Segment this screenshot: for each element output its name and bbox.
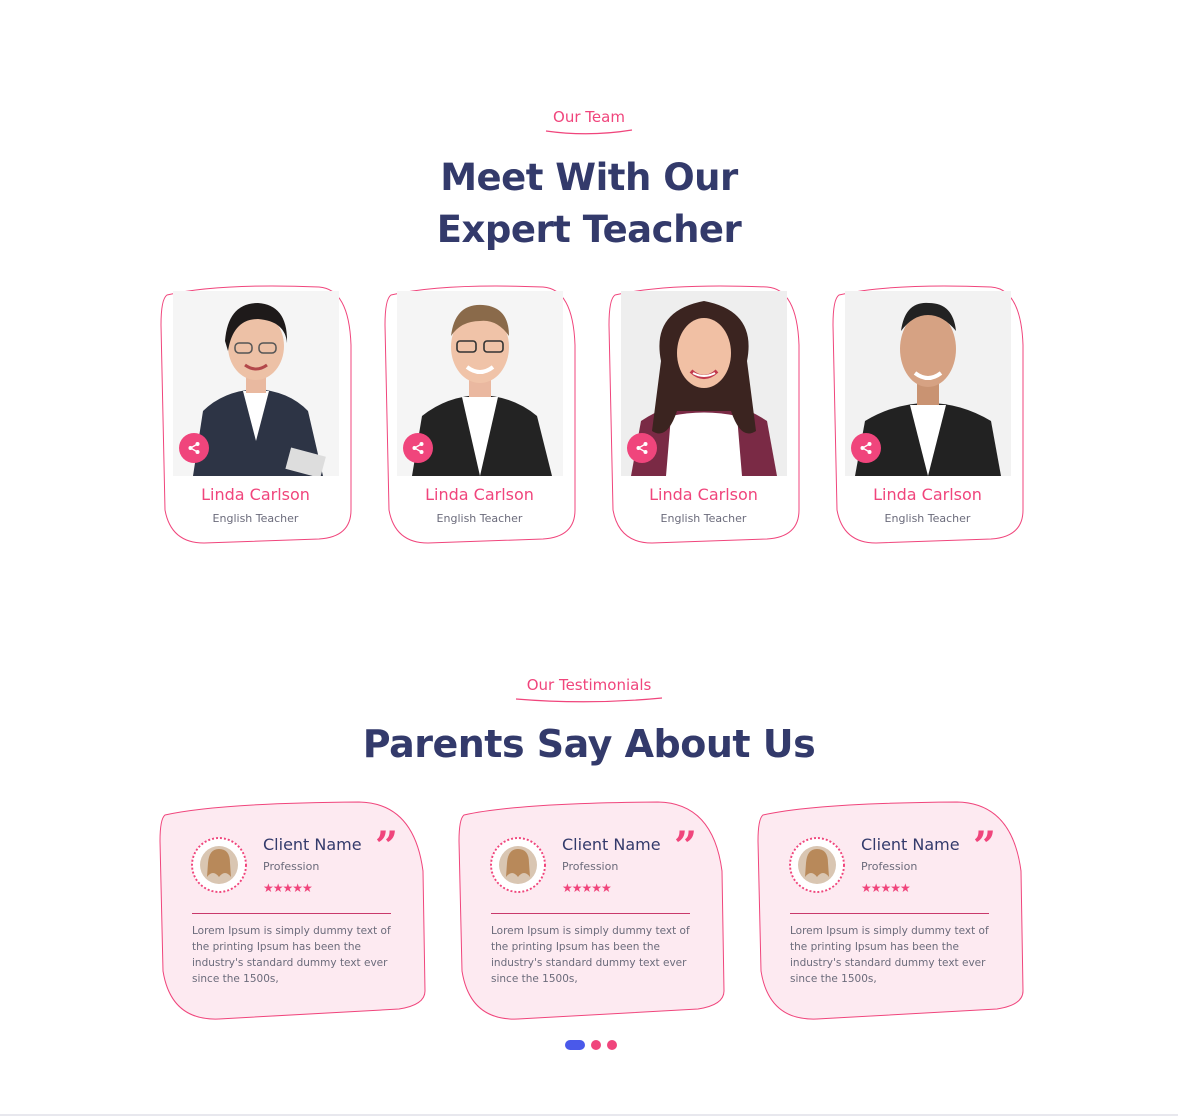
star-rating: ★★★★★: [263, 881, 313, 895]
share-icon: [636, 442, 648, 454]
underline-swoosh-icon: [545, 129, 633, 135]
testimonial-text: Lorem Ipsum is simply dummy text of the …: [192, 925, 391, 985]
divider: [790, 913, 989, 914]
quote-icon: ”: [375, 823, 399, 870]
divider: [192, 913, 391, 914]
testimonial-card: Client Name ” Profession ★★★★★ Lorem Ips…: [757, 801, 1025, 1023]
underline-swoosh-icon: [515, 697, 663, 703]
client-avatar: [490, 837, 546, 893]
client-profession: Profession: [562, 860, 619, 873]
team-headline: Meet With Our Expert Teacher: [0, 152, 1178, 256]
client-profession: Profession: [861, 860, 918, 873]
teacher-role: English Teacher: [884, 512, 971, 525]
divider: [491, 913, 690, 914]
testimonial-text: Lorem Ipsum is simply dummy text of the …: [491, 925, 690, 985]
testimonial-card: Client Name ” Profession ★★★★★ Lorem Ips…: [458, 801, 726, 1023]
share-button[interactable]: [179, 433, 209, 463]
client-name: Client Name: [861, 835, 960, 854]
teacher-name: Linda Carlson: [425, 485, 534, 504]
client-avatar: [789, 837, 845, 893]
team-headline-line1: Meet With Our: [440, 156, 738, 199]
pagination-dot-2[interactable]: [591, 1040, 601, 1050]
teacher-name: Linda Carlson: [649, 485, 758, 504]
teacher-role: English Teacher: [436, 512, 523, 525]
quote-icon: ”: [674, 823, 698, 870]
team-eyebrow: Our Team: [0, 108, 1178, 136]
teacher-name: Linda Carlson: [873, 485, 982, 504]
share-icon: [860, 442, 872, 454]
share-button[interactable]: [627, 433, 657, 463]
team-eyebrow-label: Our Team: [553, 108, 625, 126]
star-rating: ★★★★★: [861, 881, 911, 895]
teacher-name: Linda Carlson: [201, 485, 310, 504]
teacher-role: English Teacher: [660, 512, 747, 525]
carousel-pagination: [565, 1040, 617, 1050]
team-headline-line2: Expert Teacher: [436, 208, 742, 251]
share-icon: [188, 442, 200, 454]
share-icon: [412, 442, 424, 454]
testimonials-eyebrow-label: Our Testimonials: [526, 676, 652, 694]
testimonial-card: Client Name ” Profession ★★★★★ Lorem Ips…: [159, 801, 427, 1023]
team-card: Linda Carlson English Teacher: [159, 285, 352, 545]
star-rating: ★★★★★: [562, 881, 612, 895]
pagination-dot-3[interactable]: [607, 1040, 617, 1050]
team-card: Linda Carlson English Teacher: [383, 285, 576, 545]
testimonials-eyebrow: Our Testimonials: [0, 676, 1178, 704]
quote-icon: ”: [973, 823, 997, 870]
testimonials-headline: Parents Say About Us: [362, 722, 816, 766]
team-card: Linda Carlson English Teacher: [831, 285, 1024, 545]
client-name: Client Name: [562, 835, 661, 854]
share-button[interactable]: [851, 433, 881, 463]
client-name: Client Name: [263, 835, 362, 854]
client-avatar: [191, 837, 247, 893]
client-profession: Profession: [263, 860, 320, 873]
team-card: Linda Carlson English Teacher: [607, 285, 800, 545]
teacher-role: English Teacher: [212, 512, 299, 525]
pagination-dot-1[interactable]: [565, 1040, 585, 1050]
testimonial-text: Lorem Ipsum is simply dummy text of the …: [790, 925, 989, 985]
share-button[interactable]: [403, 433, 433, 463]
